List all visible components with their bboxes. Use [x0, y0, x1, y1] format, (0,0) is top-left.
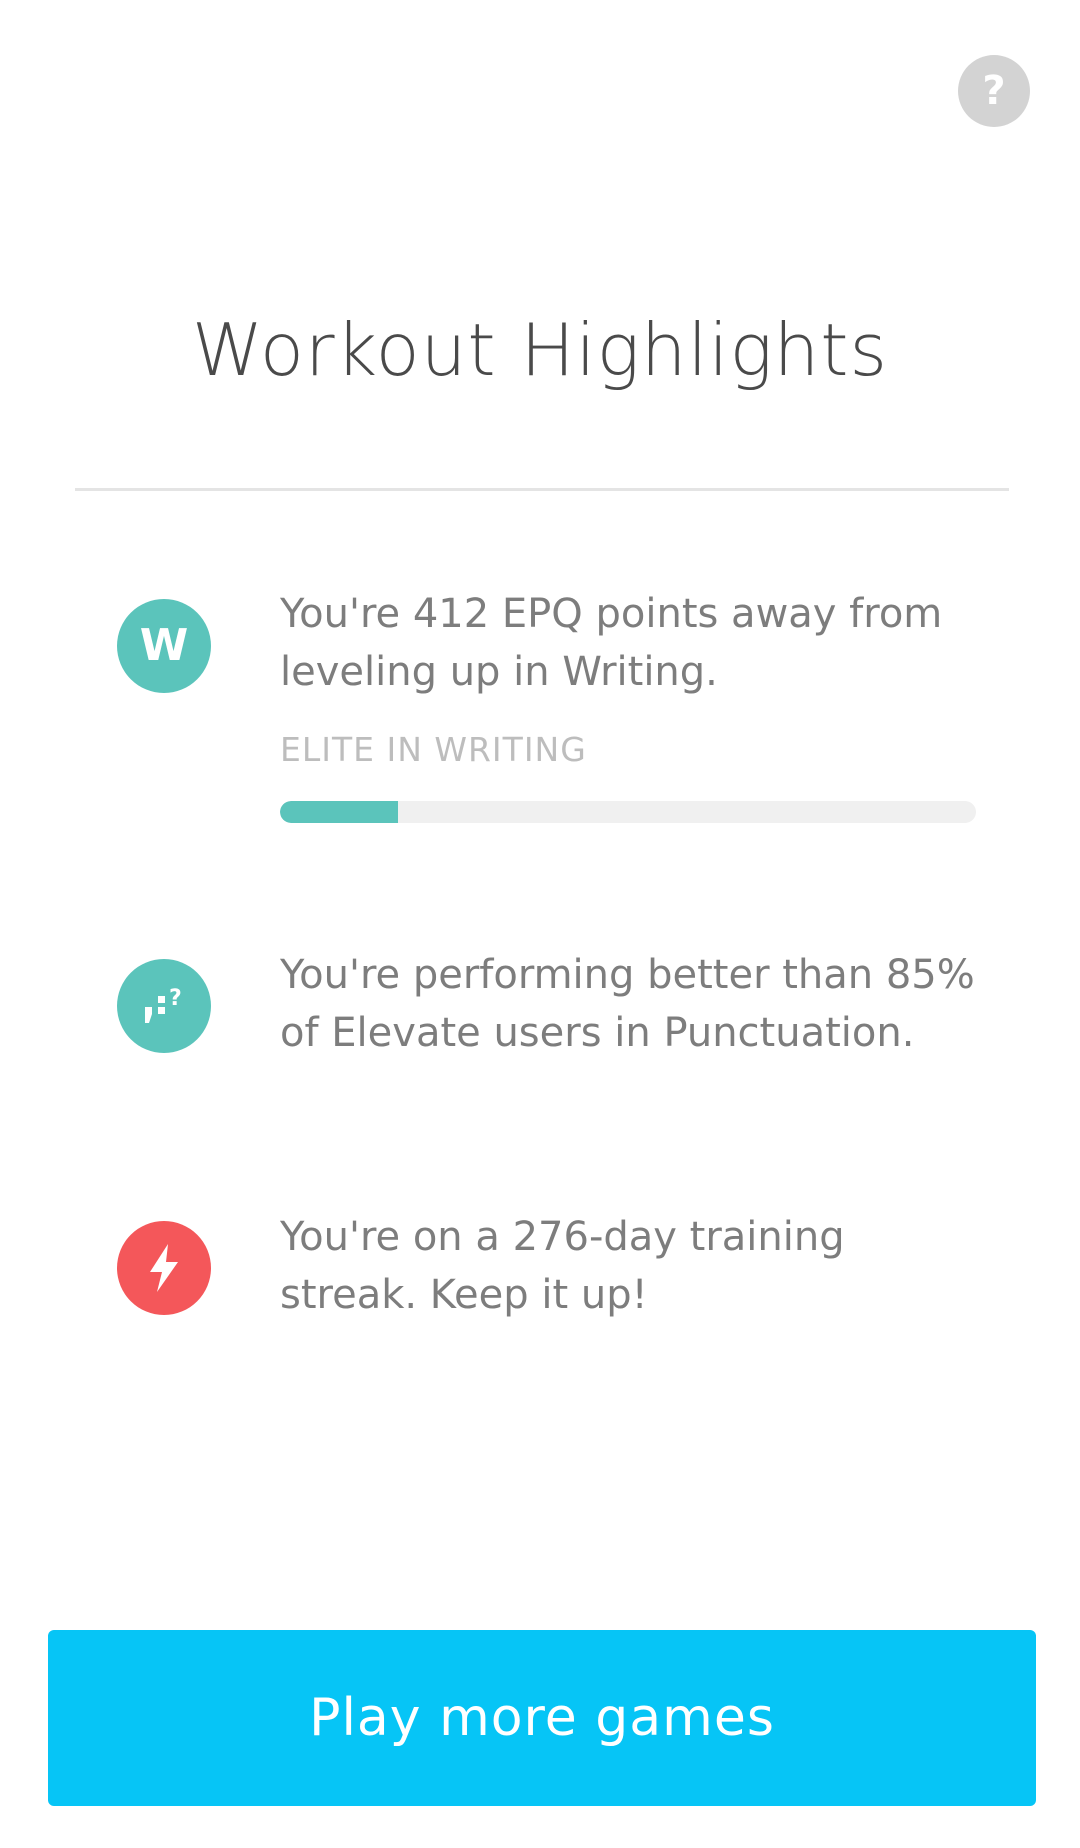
writing-highlight-text: You're 412 EPQ points away from leveling…	[280, 591, 943, 695]
punctuation-highlight-text: You're performing better than 85% of Ele…	[280, 952, 975, 1056]
help-icon: ?	[982, 68, 1006, 114]
lightning-bolt-icon	[117, 1221, 211, 1315]
help-button[interactable]: ?	[958, 55, 1030, 127]
progress-label: ELITE IN WRITING	[280, 730, 587, 769]
page-title: Workout Highlights	[191, 308, 889, 392]
divider	[75, 488, 1009, 491]
play-more-games-button[interactable]: Play more games	[48, 1630, 1036, 1806]
progress-bar	[280, 801, 976, 823]
punctuation-icon: ?	[117, 959, 211, 1053]
writing-w-icon: W	[117, 599, 211, 693]
streak-highlight-text: You're on a 276-day training streak. Kee…	[280, 1214, 845, 1318]
progress-bar-fill	[280, 801, 399, 823]
svg-text:?: ?	[169, 986, 182, 1011]
